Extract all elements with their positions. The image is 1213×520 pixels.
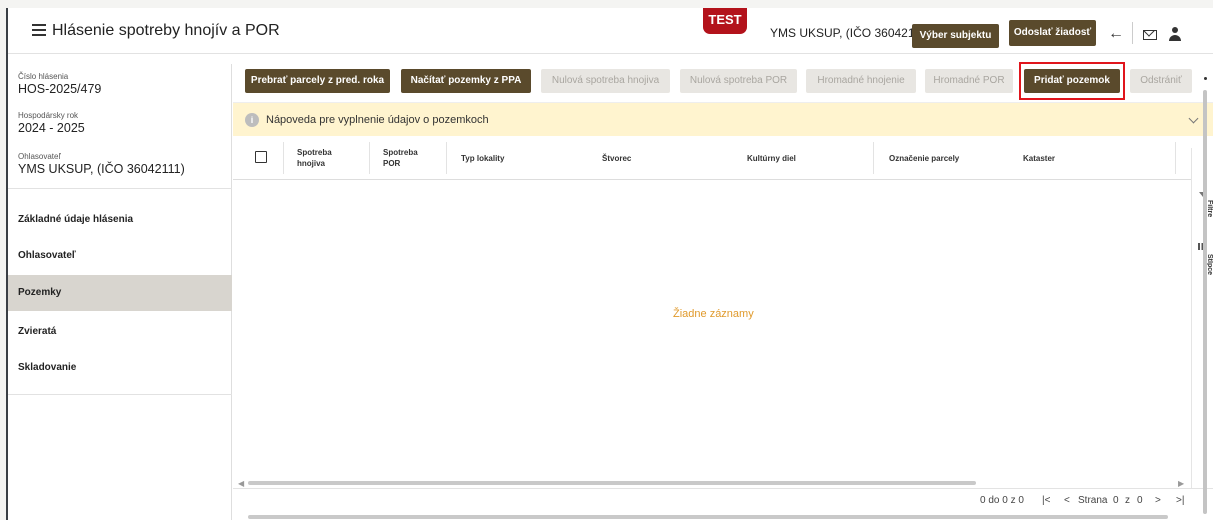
toolbar-divider [1132,22,1133,44]
chevron-down-icon[interactable] [1188,113,1199,124]
info-icon: i [245,113,259,127]
menu-icon[interactable] [32,24,46,36]
environment-badge: TEST [703,8,747,34]
add-land-highlight [1019,62,1125,100]
column-separator [283,142,284,174]
sidebar-item-animals[interactable]: Zvieratá [8,314,232,350]
app-title: Hlásenie spotreby hnojív a POR [52,22,280,39]
report-number-value: HOS-2025/479 [18,82,102,96]
column-header-cultural-part[interactable]: Kultúrny diel [747,153,796,164]
zero-fertilizer-button[interactable]: Nulová spotreba hnojiva [541,69,670,93]
column-separator [873,142,874,174]
remove-button[interactable]: Odstrániť [1130,69,1192,93]
vertical-scrollbar[interactable] [1201,76,1209,514]
top-bar: Hlásenie spotreby hnojív a POR TEST YMS … [8,8,1213,54]
sidebar-bottom-divider [8,394,232,395]
column-header-line: hnojiva [297,159,326,168]
mail-icon[interactable] [1143,30,1157,40]
column-header-fertilizer[interactable]: Spotreba hnojiva [297,147,332,169]
help-panel[interactable]: i Nápoveda pre vyplnenie údajov o pozemk… [233,102,1213,136]
page-of-label: z [1125,495,1130,506]
year-value: 2024 - 2025 [18,121,85,135]
prev-page-button[interactable]: < [1064,495,1070,506]
pagination-bar: 0 do 0 z 0 |< < Strana 0 z 0 > >| [233,488,1213,512]
horizontal-scrollbar[interactable]: ◀ ▶ [238,478,1186,488]
page-scrollbar-thumb[interactable] [248,515,1168,519]
bulk-por-button[interactable]: Hromadné POR [925,69,1013,93]
load-land-from-ppa-button[interactable]: Načítať pozemky z PPA [401,69,531,93]
sidebar-item-reporter[interactable]: Ohlasovateľ [8,238,232,274]
column-header-locality-type[interactable]: Typ lokality [461,153,504,164]
zero-por-button[interactable]: Nulová spotreba POR [680,69,797,93]
reporter-block: Ohlasovateľ YMS UKSUP, (IČO 36042111) [18,152,185,176]
column-header-line: POR [383,159,401,168]
sidebar-item-basic-info[interactable]: Základné údaje hlásenia [8,202,232,238]
last-page-button[interactable]: >| [1176,495,1184,506]
report-number-label: Číslo hlásenia [18,72,69,81]
column-header-cadastre[interactable]: Kataster [1023,153,1055,164]
column-separator [446,142,447,174]
sidebar-item-land[interactable]: Pozemky [8,275,232,311]
page-horizontal-scrollbar[interactable] [238,513,1186,520]
main-content: Prebrať parcely z pred. roka Načítať poz… [233,58,1213,520]
page-label: Strana [1078,495,1108,506]
copy-parcels-previous-year-button[interactable]: Prebrať parcely z pred. roka [245,69,390,93]
column-header-line: Spotreba [383,148,418,157]
vertical-scrollbar-thumb[interactable] [1203,90,1207,514]
app-window: Hlásenie spotreby hnojív a POR TEST YMS … [6,8,1213,520]
sidebar-divider [8,188,232,189]
back-arrow-icon[interactable]: ← [1108,25,1124,43]
scroll-left-icon[interactable]: ◀ [238,479,244,488]
first-page-button[interactable]: |< [1042,495,1050,506]
next-page-button[interactable]: > [1155,495,1161,506]
current-page: 0 [1113,495,1119,506]
column-header-square[interactable]: Štvorec [602,153,631,164]
year-label: Hospodársky rok [18,111,79,120]
sidebar-item-storage[interactable]: Skladovanie [8,350,232,386]
empty-state-message: Žiadne záznamy [673,308,754,320]
reporter-value: YMS UKSUP, (IČO 36042111) [18,162,185,176]
user-icon[interactable] [1168,27,1182,41]
bulk-fertilization-button[interactable]: Hromadné hnojenie [806,69,916,93]
column-header-line: Spotreba [297,148,332,157]
send-request-button[interactable]: Odoslať žiadosť [1009,20,1096,46]
column-separator [1175,142,1176,174]
year-block: Hospodársky rok 2024 - 2025 [18,111,85,135]
current-subject: YMS UKSUP, (IČO 36042111) [770,26,931,40]
column-separator [369,142,370,174]
select-all-checkbox[interactable] [255,151,267,163]
column-header-parcel-id[interactable]: Označenie parcely [889,153,959,164]
table-header: Spotreba hnojiva Spotreba POR Typ lokali… [233,136,1191,180]
report-number-block: Číslo hlásenia HOS-2025/479 [18,72,101,96]
pager-range: 0 do 0 z 0 [980,495,1024,506]
scrollbar-thumb[interactable] [248,481,976,485]
column-header-por[interactable]: Spotreba POR [383,147,418,169]
scroll-right-icon[interactable]: ▶ [1178,479,1184,488]
sidebar: Číslo hlásenia HOS-2025/479 Hospodársky … [8,64,232,520]
select-subject-button[interactable]: Výber subjektu [912,24,999,48]
reporter-label: Ohlasovateľ [18,152,61,161]
help-text: Nápoveda pre vyplnenie údajov o pozemkoc… [266,114,489,126]
total-pages: 0 [1137,495,1143,506]
